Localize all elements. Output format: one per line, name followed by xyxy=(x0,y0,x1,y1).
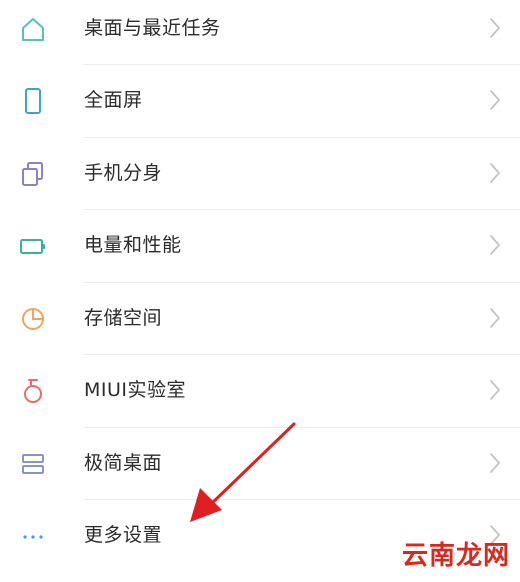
settings-item-battery-performance[interactable]: 电量和性能 xyxy=(0,209,520,281)
chevron-right-icon xyxy=(488,233,502,257)
settings-item-label: 手机分身 xyxy=(84,162,163,184)
settings-item-label: 电量和性能 xyxy=(84,234,182,256)
settings-item-storage[interactable]: 存储空间 xyxy=(0,282,520,354)
settings-item-label: 更多设置 xyxy=(84,524,163,546)
settings-item-simple-desktop[interactable]: 极简桌面 xyxy=(0,427,520,499)
chevron-right-icon xyxy=(488,306,502,330)
settings-item-desktop-recents[interactable]: 桌面与最近任务 xyxy=(0,0,520,64)
chevron-right-icon xyxy=(488,378,502,402)
settings-item-label: 极简桌面 xyxy=(84,452,163,474)
settings-screen: 桌面与最近任务 全面屏 手机分身 电量和性能 存储空间 MIUI实验室 极简桌面… xyxy=(0,0,520,582)
chevron-right-icon xyxy=(488,16,502,40)
watermark-logo: 云南龙网 xyxy=(401,541,510,571)
settings-item-fullscreen[interactable]: 全面屏 xyxy=(0,64,520,136)
flask-icon xyxy=(18,376,48,406)
chevron-right-icon xyxy=(488,88,502,112)
storage-pie-icon xyxy=(18,304,48,334)
phone-fullscreen-icon xyxy=(18,86,48,116)
battery-icon xyxy=(18,231,48,261)
chevron-right-icon xyxy=(488,161,502,185)
more-dots-icon xyxy=(18,521,48,551)
simple-desktop-icon xyxy=(18,449,48,479)
home-icon xyxy=(18,14,48,44)
clone-icon xyxy=(18,159,48,189)
chevron-right-icon xyxy=(488,451,502,475)
settings-item-second-space[interactable]: 手机分身 xyxy=(0,137,520,209)
settings-item-label: 全面屏 xyxy=(84,89,143,111)
settings-item-label: MIUI实验室 xyxy=(84,379,187,401)
settings-item-label: 存储空间 xyxy=(84,307,163,329)
settings-item-miui-lab[interactable]: MIUI实验室 xyxy=(0,354,520,426)
settings-item-label: 桌面与最近任务 xyxy=(84,17,221,39)
